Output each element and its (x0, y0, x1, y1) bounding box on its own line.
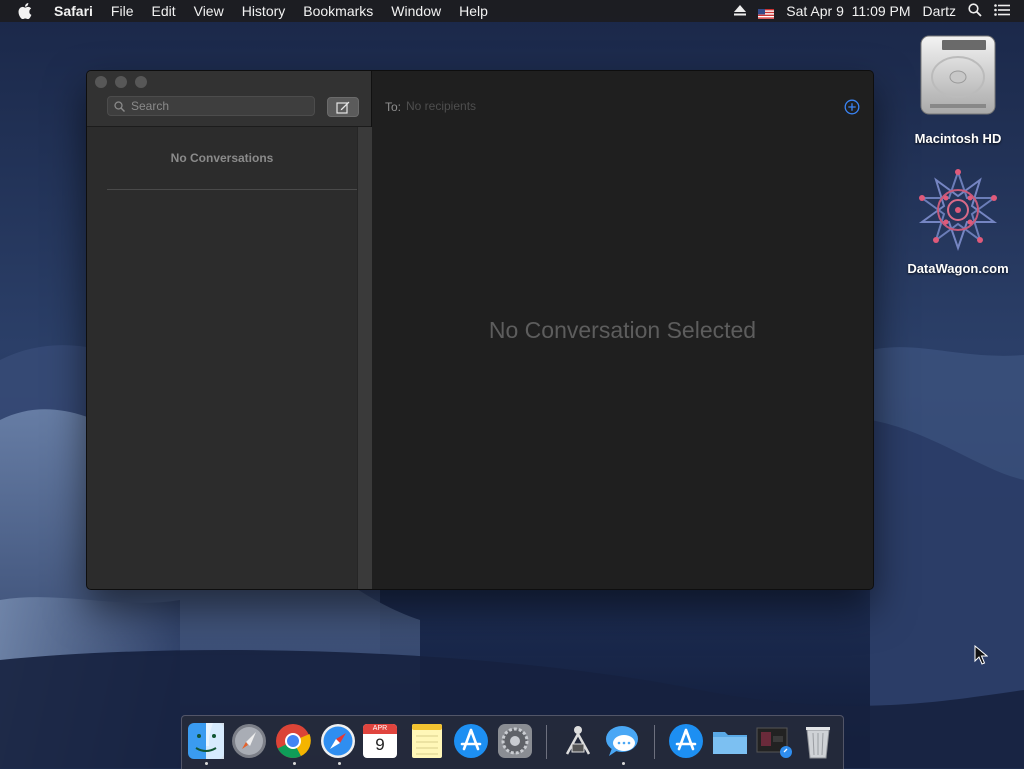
desktop-icon-label: DataWagon.com (907, 261, 1009, 276)
running-indicator (205, 762, 208, 765)
search-field[interactable] (107, 96, 315, 116)
launchpad-icon[interactable] (230, 722, 268, 760)
menu-window[interactable]: Window (382, 0, 450, 22)
notes-icon[interactable] (408, 722, 446, 760)
mouse-cursor-icon (974, 645, 988, 665)
finder-icon[interactable] (187, 722, 225, 760)
desktop-icon-label: Macintosh HD (914, 131, 1002, 146)
menu-edit[interactable]: Edit (142, 0, 184, 22)
hard-drive-icon (920, 35, 996, 115)
desktop-icon-macintosh-hd[interactable]: Macintosh HD (903, 32, 1013, 146)
calendar-month: APR (363, 724, 397, 734)
spotlight-search-icon[interactable] (968, 2, 982, 20)
window-zoom-button[interactable] (135, 76, 147, 88)
network-logo-icon (918, 168, 998, 252)
dock-separator (546, 725, 547, 759)
chrome-icon[interactable] (274, 722, 312, 760)
directory-utility-icon[interactable] (559, 722, 597, 760)
empty-detail-label: No Conversation Selected (488, 317, 757, 343)
menu-bar-left: Safari File Edit View History Bookmarks … (0, 0, 497, 22)
window-minimize-button[interactable] (115, 76, 127, 88)
messages-icon[interactable] (603, 722, 641, 760)
search-input[interactable] (129, 98, 303, 114)
conversation-sidebar: No Conversations (87, 71, 372, 589)
menu-help[interactable]: Help (450, 0, 497, 22)
search-icon (114, 100, 125, 112)
running-indicator (622, 762, 625, 765)
dock-separator (654, 725, 655, 759)
to-label: To: (385, 100, 402, 114)
menu-bar-extras: Sat Apr 9 11:09 PM Dartz (722, 0, 1024, 22)
apple-icon[interactable] (18, 3, 38, 19)
dock: APR 9 (181, 715, 844, 769)
screenshot-recent-icon[interactable] (755, 722, 793, 760)
running-indicator (338, 762, 341, 765)
conversation-detail-pane: To: No Conversation Selected (372, 71, 873, 589)
compose-icon (336, 101, 350, 114)
menu-bookmarks[interactable]: Bookmarks (294, 0, 382, 22)
eject-icon[interactable] (734, 3, 747, 19)
window-close-button[interactable] (95, 76, 107, 88)
calendar-day: 9 (375, 735, 385, 754)
us-flag-icon[interactable] (758, 6, 775, 19)
messages-window: No Conversations To: No Conversation Sel… (86, 70, 874, 590)
system-preferences-icon[interactable] (496, 722, 534, 760)
sidebar-scrollbar[interactable] (357, 127, 372, 589)
menu-app-name[interactable]: Safari (54, 0, 102, 22)
menu-view[interactable]: View (185, 0, 233, 22)
app-store-downloads-icon[interactable] (667, 722, 705, 760)
calendar-icon[interactable]: APR 9 (363, 724, 397, 758)
menu-bar: Safari File Edit View History Bookmarks … (0, 0, 1024, 22)
add-recipient-icon[interactable] (844, 99, 860, 115)
recipient-input[interactable] (404, 98, 708, 114)
folder-icon[interactable] (711, 722, 749, 760)
menu-file[interactable]: File (102, 0, 143, 22)
menu-history[interactable]: History (233, 0, 295, 22)
sidebar-divider (107, 189, 357, 190)
menu-datetime[interactable]: Sat Apr 9 11:09 PM (786, 3, 910, 19)
app-store-icon[interactable] (452, 722, 490, 760)
menu-user-name[interactable]: Dartz (923, 3, 956, 19)
safari-icon[interactable] (319, 722, 357, 760)
sidebar-toolbar (87, 71, 371, 127)
empty-conversations-label: No Conversations (170, 151, 274, 165)
notification-center-icon[interactable] (994, 3, 1010, 19)
desktop-icon-datawagon[interactable]: DataWagon.com (903, 168, 1013, 276)
compose-button[interactable] (327, 97, 359, 117)
trash-icon[interactable] (799, 722, 837, 760)
running-indicator (293, 762, 296, 765)
